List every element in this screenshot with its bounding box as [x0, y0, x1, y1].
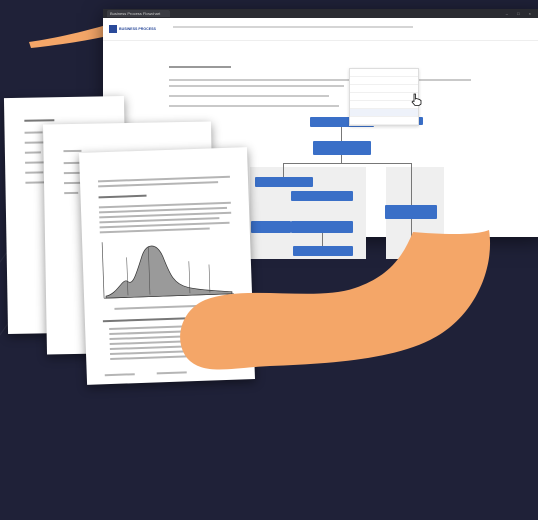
page-heading	[169, 66, 231, 68]
flowchart-connector	[341, 155, 342, 163]
flowchart-connector	[283, 163, 411, 164]
doc-heading	[98, 194, 147, 198]
doc-line	[25, 161, 46, 164]
nav-text-placeholder	[173, 26, 413, 28]
paragraph-line	[419, 79, 471, 81]
paragraph-line	[169, 79, 349, 81]
flowchart-node[interactable]	[313, 141, 371, 155]
dropdown-item[interactable]	[350, 117, 418, 125]
orange-blob-bottom	[180, 230, 491, 370]
hand-pointer-icon	[411, 93, 422, 109]
paragraph-line	[169, 85, 344, 87]
doc-line	[24, 119, 55, 122]
dropdown-item[interactable]	[350, 69, 418, 77]
doc-line	[63, 149, 82, 152]
dropdown-item-active[interactable]	[350, 109, 418, 117]
flowchart-node[interactable]	[255, 177, 313, 187]
doc-line	[99, 221, 230, 228]
dropdown-item[interactable]	[350, 101, 418, 109]
paragraph-line	[169, 95, 329, 97]
window-controls[interactable]: – □ ×	[506, 11, 535, 16]
dropdown-item[interactable]	[350, 77, 418, 85]
doc-line	[24, 131, 43, 134]
flowchart-connector	[411, 163, 412, 205]
browser-tab[interactable]: Business Process Flowchart	[107, 10, 170, 17]
doc-line	[24, 151, 41, 154]
doc-line	[25, 171, 44, 174]
doc-line	[98, 181, 219, 187]
site-navbar: BUSINESS PROCESS	[103, 18, 538, 41]
doc-line	[104, 373, 135, 376]
flowchart-node[interactable]	[385, 205, 437, 219]
logo-text: BUSINESS PROCESS	[119, 27, 156, 31]
flowchart-connector	[283, 163, 284, 177]
flowchart-connector	[341, 127, 342, 141]
doc-line	[64, 191, 79, 194]
dropdown-item[interactable]	[350, 93, 418, 101]
doc-line	[63, 171, 80, 174]
site-logo[interactable]: BUSINESS PROCESS	[109, 25, 156, 33]
paragraph-line	[169, 105, 339, 107]
nav-dropdown-menu	[349, 68, 419, 126]
flowchart-node[interactable]	[291, 191, 353, 201]
dropdown-item[interactable]	[350, 85, 418, 93]
tab-bar: Business Process Flowchart – □ ×	[103, 9, 538, 18]
logo-icon	[109, 25, 117, 33]
